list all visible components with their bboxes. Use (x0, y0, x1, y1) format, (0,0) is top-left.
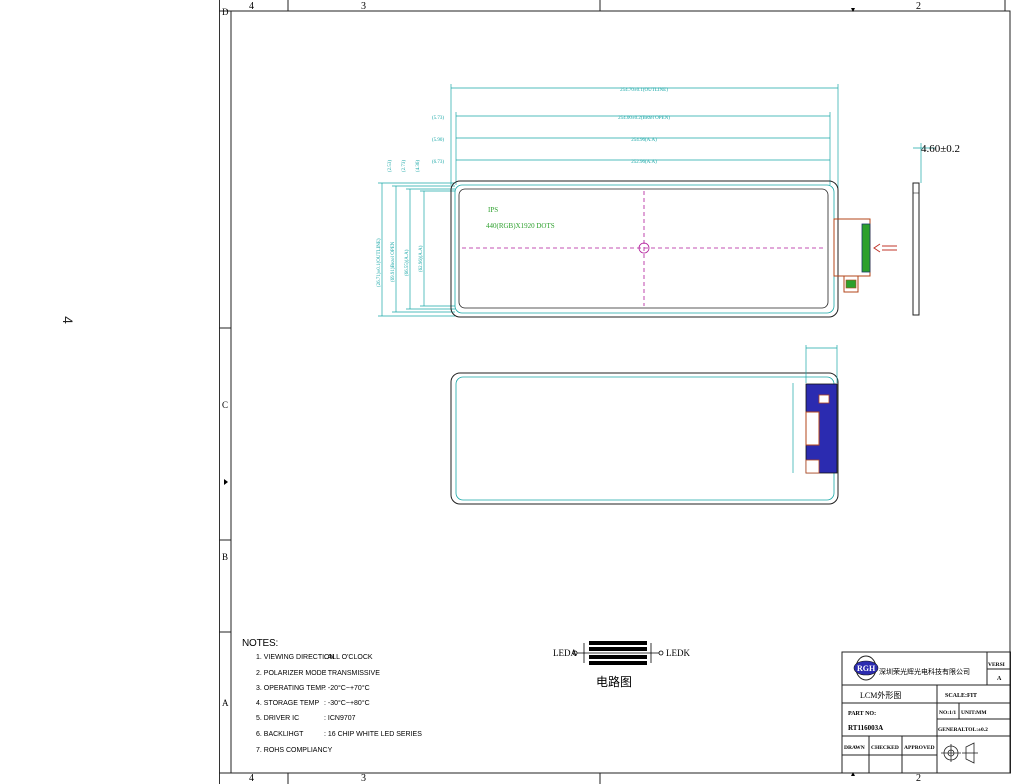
dim-offset: (5.73) (432, 116, 444, 121)
dim-bezel-height: (69.91)Bezel OPEN (391, 241, 396, 282)
active-area (458, 188, 829, 309)
dim-outline-width: 254.70±0.1(OUTLINE) (620, 88, 668, 93)
panel-outline (450, 180, 839, 318)
row-label: C (222, 400, 228, 410)
side-profile (912, 182, 920, 316)
col-label: 2 (916, 773, 921, 784)
front-view: 254.70±0.1(OUTLINE) 254.00±0.2(Bezel OPE… (377, 84, 897, 318)
note-value: : ICN9707 (324, 715, 356, 722)
sheet-no: NO:1/1 (939, 710, 956, 716)
resolution-label: 440(RGB)X1920 DOTS (486, 222, 555, 230)
fpc-pad (845, 279, 857, 289)
note-label: 7. ROHS COMPLIANCY (256, 747, 333, 754)
note-label: 6. BACKLIHGT (256, 731, 304, 738)
connector-pad (818, 394, 830, 404)
drawn-label: DRAWN (844, 745, 865, 751)
company-logo: RGH (853, 655, 879, 681)
note-value: : 16 CHIP WHITE LED SERIES (324, 731, 422, 738)
note-label: 1. VIEWING DIRECTION (256, 654, 335, 661)
back-view (450, 345, 839, 505)
unit-label: UNIT:MM (961, 710, 987, 716)
part-no-label: PART NO: (848, 711, 876, 717)
note-label: 5. DRIVER IC (256, 715, 300, 722)
tolerance-label: GENERALTOL:±0.2 (938, 727, 988, 733)
note-value: : -20°C~+70°C (324, 685, 370, 692)
projection-symbol-icon (941, 742, 978, 764)
drawing-svg: 4 3 2 4 3 2 D C B A 254.70±0.1(OUTLINE) … (219, 0, 1011, 784)
note-label: 3. OPERATING TEMP (256, 685, 326, 692)
dim-offset: (2.53) (388, 160, 393, 172)
back-bezel (455, 376, 835, 501)
dim-aa-height: (66.55)(A.A) (405, 249, 410, 276)
dim-bezel-width: 254.00±0.2(Bezel OPEN) (618, 116, 670, 121)
checked-label: CHECKED (871, 745, 899, 751)
panel-type-label: IPS (488, 206, 498, 214)
drawing-name: LCM外形图 (860, 690, 901, 700)
note-label: 4. STORAGE TEMP (256, 700, 320, 707)
dim-offset: (5.90) (432, 138, 444, 143)
connector-window (805, 411, 820, 446)
circuit-anode-label: LEDA (553, 648, 577, 658)
company-name: 深圳荣光辉光电科技有限公司 (879, 667, 970, 676)
version-value: A (997, 676, 1002, 682)
dim-outline-height: (26.71)±0.1(OUTLINE) (377, 238, 382, 287)
note-label: 2. POLARIZER MODE (256, 670, 327, 677)
center-mark-left (224, 479, 228, 485)
insertion-arrow-icon (873, 243, 897, 253)
dim-offset: (2.73) (402, 160, 407, 172)
version-label: VERSI (988, 662, 1005, 668)
bezel-outline (454, 184, 835, 314)
note-value: : TRANSMISSIVE (324, 670, 380, 677)
sheet-frame (219, 0, 1011, 784)
note-value: : -30°C~+80°C (324, 700, 370, 707)
col-label: 4 (249, 1, 254, 12)
svg-text:RGH: RGH (857, 664, 876, 673)
row-label: B (222, 552, 228, 562)
notes-block: NOTES: 1. VIEWING DIRECTION : ALL O'CLOC… (242, 638, 422, 754)
dim-aa2-height: (62.96)(A.A) (419, 245, 424, 272)
col-label: 3 (361, 1, 366, 12)
col-label: 3 (361, 773, 366, 784)
part-number: RT116003A (848, 724, 883, 732)
dim-aa-width: 254.96(A.A) (631, 138, 657, 143)
row-label: A (222, 698, 229, 708)
thickness-dim: 4.60±0.2 (921, 143, 960, 155)
approved-label: APPROVED (904, 745, 935, 751)
side-view: 4.60±0.2 (912, 143, 960, 316)
note-value: : ALL O'CLOCK (324, 654, 373, 661)
scale-label: SCALE:FIT (945, 693, 977, 699)
connector-pad (805, 459, 820, 474)
led-circuit: LEDA LEDK 电路图 (553, 641, 690, 689)
dim-offset: (4.36) (416, 160, 421, 172)
circuit-cathode-label: LEDK (666, 648, 690, 658)
notes-heading: NOTES: (242, 638, 279, 649)
circuit-caption: 电路图 (596, 674, 632, 689)
col-label: 2 (916, 1, 921, 12)
back-outline (450, 372, 839, 505)
col-label: 4 (249, 773, 254, 784)
dim-offset: (6.73) (432, 160, 444, 165)
fpc-connector (861, 223, 871, 273)
row-label: D (222, 7, 229, 17)
dim-aa2-width: 252.96(A.A) (631, 160, 657, 165)
